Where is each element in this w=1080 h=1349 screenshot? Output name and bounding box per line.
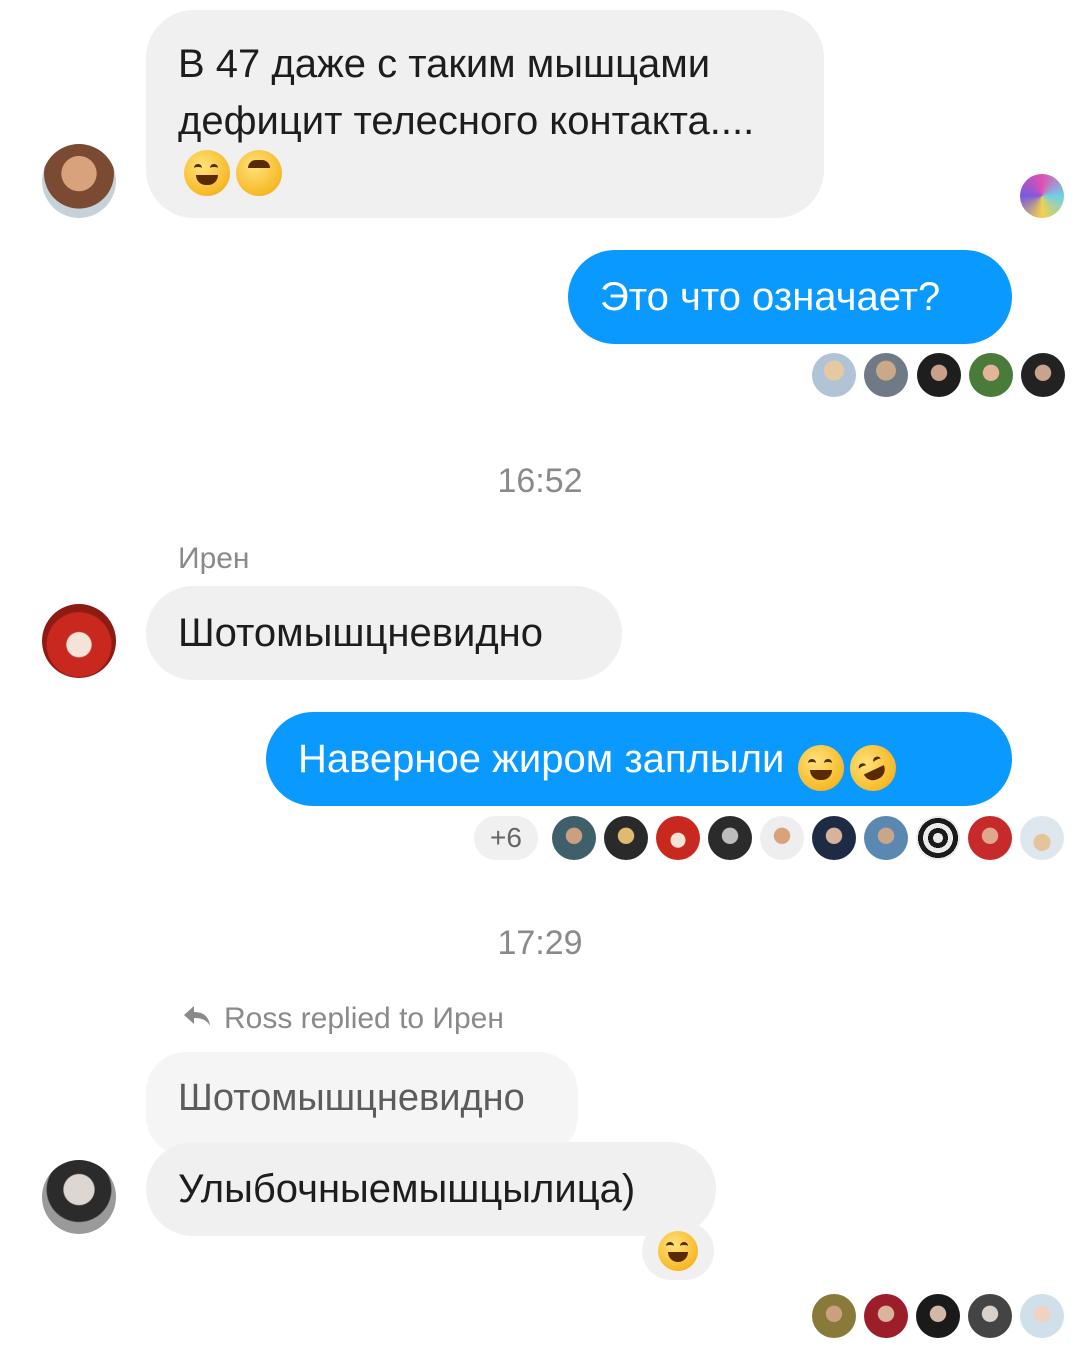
incoming-message-bubble[interactable]: Улыбочныемышцылица) [146,1142,716,1236]
sender-avatar[interactable] [42,604,116,678]
read-receipt-avatar[interactable] [552,816,596,860]
read-receipt-avatar[interactable] [812,1294,856,1338]
read-receipt-avatar[interactable] [968,1294,1012,1338]
read-receipt-avatar[interactable] [812,816,856,860]
laughing-face-emoji [658,1231,698,1271]
timestamp: 16:52 [497,462,583,500]
message-text: Шотомышцневидно [178,611,543,655]
read-receipt-avatar[interactable] [656,816,700,860]
read-receipt-avatar[interactable] [760,816,804,860]
read-receipt-avatar[interactable] [916,1294,960,1338]
read-receipt-avatar[interactable] [1021,353,1065,397]
timestamp: 17:29 [497,924,583,962]
reply-arrow-icon [182,1002,216,1036]
upside-down-face-emoji [236,150,282,196]
read-receipt-avatar[interactable] [812,353,856,397]
rolling-laughing-emoji [842,737,904,799]
reply-header-text: Ross replied to Ирен [224,1002,504,1035]
sender-name: Ирен [178,542,250,575]
message-text: В 47 даже с таким мышцами дефицит телесн… [178,42,755,143]
outgoing-message-bubble[interactable]: Наверное жиром заплыли [266,712,1012,806]
message-text: Это что означает? [600,275,941,319]
read-receipt-avatar[interactable] [969,353,1013,397]
message-text: Улыбочныемышцылица) [178,1167,636,1211]
laughing-face-emoji [184,150,230,196]
sender-avatar[interactable] [42,1160,116,1234]
incoming-message-bubble[interactable]: Шотомышцневидно [146,586,622,680]
read-receipt-avatar[interactable] [916,816,960,860]
sender-avatar[interactable] [42,144,116,218]
outgoing-message-bubble[interactable]: Это что означает? [568,250,1012,344]
read-receipt-avatar[interactable] [604,816,648,860]
group-avatar[interactable] [1020,174,1064,218]
read-receipt-avatar[interactable] [1020,1294,1064,1338]
incoming-message-bubble[interactable]: В 47 даже с таким мышцами дефицит телесн… [146,10,824,218]
read-receipt-avatar[interactable] [708,816,752,860]
read-receipt-avatar[interactable] [864,1294,908,1338]
read-receipt-avatar[interactable] [968,816,1012,860]
reply-header: Ross replied to Ирен [182,1002,504,1036]
read-receipt-avatar[interactable] [917,353,961,397]
read-receipt-avatar[interactable] [1020,816,1064,860]
message-reaction[interactable] [642,1222,714,1280]
message-text: Наверное жиром заплыли [298,737,785,781]
read-receipt-avatar[interactable] [864,816,908,860]
more-readers-badge[interactable]: +6 [474,816,538,860]
quoted-text: Шотомышцневидно [178,1077,525,1119]
quoted-message-bubble[interactable]: Шотомышцневидно [146,1052,578,1156]
tears-of-joy-emoji [798,744,845,791]
read-receipt-avatar[interactable] [864,353,908,397]
